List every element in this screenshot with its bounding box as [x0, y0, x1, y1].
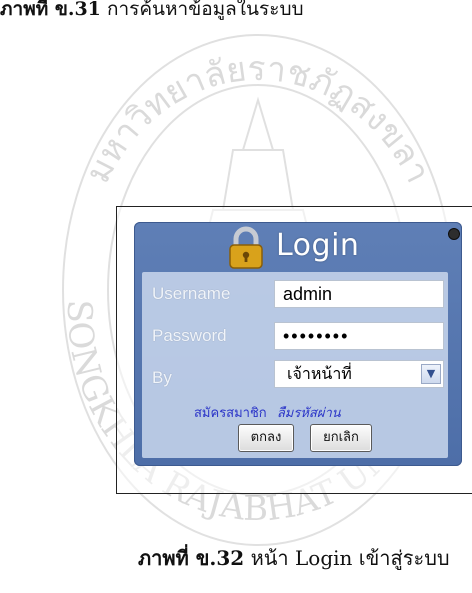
password-field[interactable]: •••••••• [274, 322, 444, 350]
cancel-button[interactable]: ยกเลิก [310, 424, 372, 452]
password-label: Password [152, 326, 227, 345]
by-label: By [152, 368, 172, 387]
previous-figure-number: ภาพที่ ข.31 [0, 0, 101, 20]
role-select[interactable]: เจ้าหน้าที่ ▼ [274, 360, 444, 388]
username-label: Username [152, 284, 231, 303]
register-link[interactable]: สมัครสมาชิก [194, 406, 267, 421]
forgot-password-link[interactable]: ลืมรหัสผ่าน [277, 406, 341, 421]
login-panel: Login Username admin Password •••••••• B… [134, 222, 462, 466]
username-field[interactable]: admin [274, 280, 444, 308]
previous-figure-text: การค้นหาข้อมูลในระบบ [100, 0, 304, 20]
figure-caption-text: หน้า Login เข้าสู่ระบบ [244, 546, 450, 570]
login-form: Username admin Password •••••••• By เจ้า… [142, 272, 448, 458]
previous-figure-caption: ภาพที่ ข.31 การค้นหาข้อมูลในระบบ [0, 0, 472, 24]
seal-thai-text: มหาวิทยาลัยราชภัฏสงขลา [78, 49, 438, 189]
chevron-down-icon[interactable]: ▼ [421, 364, 441, 384]
padlock-icon [229, 226, 263, 269]
figure-caption: ภาพที่ ข.32 หน้า Login เข้าสู่ระบบ [138, 542, 450, 574]
login-title: Login [276, 228, 360, 263]
login-links: สมัครสมาชิก ลืมรหัสผ่าน [194, 402, 444, 423]
ok-button[interactable]: ตกลง [238, 424, 294, 452]
figure-number: ภาพที่ ข.32 [138, 546, 245, 570]
window-corner-dot [448, 228, 460, 240]
role-select-value: เจ้าหน้าที่ [287, 364, 352, 383]
